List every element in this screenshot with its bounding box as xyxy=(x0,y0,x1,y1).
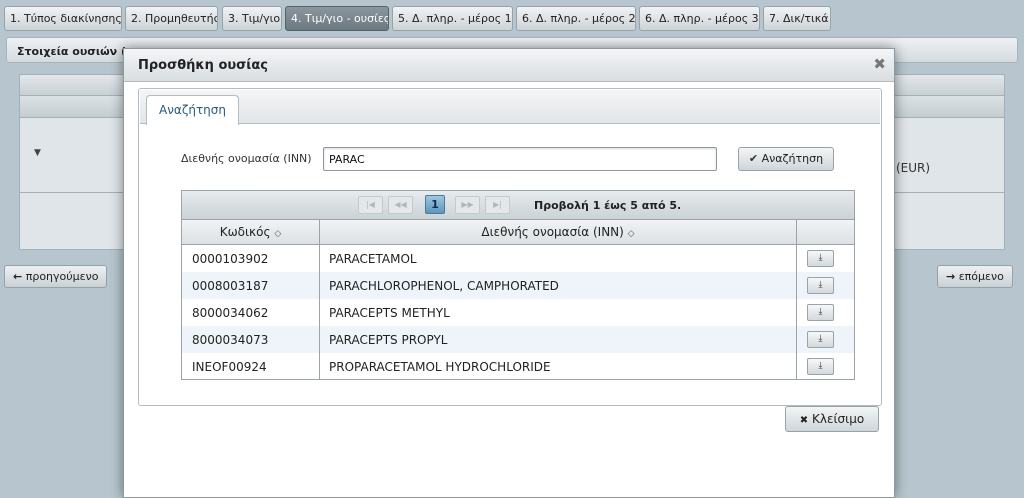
check-icon: ✔ xyxy=(748,152,759,165)
arrow-right-icon: → xyxy=(946,270,956,283)
column-header-actions xyxy=(797,220,854,245)
prev-page-icon[interactable]: ◀◀ xyxy=(388,196,413,214)
step-tab-6[interactable]: 6. Δ. πληρ. - μέρος 2 xyxy=(516,6,636,31)
step-tab-2[interactable]: 2. Προμηθευτής xyxy=(125,6,218,31)
download-icon: ⤓ xyxy=(818,361,823,371)
search-button[interactable]: ✔ Αναζήτηση xyxy=(738,147,834,171)
tab-bar: Αναζήτηση xyxy=(140,90,880,125)
step-tab-3[interactable]: 3. Τιμ/γιο xyxy=(222,6,282,31)
inn-label: Διεθνής ονομασία (INN) xyxy=(181,152,312,165)
cell-name: PARACETAMOL xyxy=(329,252,417,266)
close-icon[interactable]: ✖ xyxy=(873,55,886,73)
previous-button[interactable]: ← προηγούμενο xyxy=(4,265,108,288)
column-header-name[interactable]: Διεθνής ονομασία (INN) ◇ xyxy=(320,220,797,245)
step-tab-8[interactable]: 7. Δικ/τικά xyxy=(763,6,831,31)
column-divider xyxy=(796,220,797,379)
cell-code: 8000034073 xyxy=(192,333,269,347)
download-icon: ⤓ xyxy=(818,307,823,317)
next-page-icon[interactable]: ▶▶ xyxy=(455,196,480,214)
cell-code: INEOF00924 xyxy=(192,360,267,374)
search-button-label: Αναζήτηση xyxy=(761,152,824,165)
tab-search[interactable]: Αναζήτηση xyxy=(146,95,239,125)
cell-code: 0008003187 xyxy=(192,279,269,293)
table-row: 8000034062 PARACEPTS METHYL ⤓ xyxy=(182,299,854,326)
last-page-icon[interactable]: ▶| xyxy=(485,196,510,214)
pager-info: Προβολή 1 έως 5 από 5. xyxy=(534,199,682,212)
cell-code: 8000034062 xyxy=(192,306,269,320)
table-row: 8000034073 PARACEPTS PROPYL ⤓ xyxy=(182,326,854,353)
sort-icon: ◇ xyxy=(274,229,282,239)
close-button[interactable]: ✖ Κλείσιμο xyxy=(785,406,879,432)
download-icon: ⤓ xyxy=(818,334,823,344)
next-button-label: επόμενο xyxy=(958,270,1004,283)
next-button[interactable]: → επόμενο xyxy=(937,265,1013,288)
close-button-label: Κλείσιμο xyxy=(812,412,865,426)
select-row-button[interactable]: ⤓ xyxy=(807,304,834,321)
pager: |◀ ◀◀ 1 ▶▶ ▶| Προβολή 1 έως 5 από 5. xyxy=(182,191,854,220)
column-header-code[interactable]: Κωδικός ◇ xyxy=(182,220,320,245)
select-row-button[interactable]: ⤓ xyxy=(807,358,834,375)
cell-name: PARACHLOROPHENOL, CAMPHORATED xyxy=(329,279,559,293)
dialog-header: Προσθήκη ουσίας ✖ xyxy=(124,49,894,82)
table-row: 0008003187 PARACHLOROPHENOL, CAMPHORATED… xyxy=(182,272,854,299)
cell-code: 0000103902 xyxy=(192,252,269,266)
step-tab-4[interactable]: 4. Τιμ/γιο - ουσίες xyxy=(285,6,389,31)
currency-label: (EUR) xyxy=(896,161,931,175)
dialog-title: Προσθήκη ουσίας xyxy=(138,58,268,73)
step-tab-1[interactable]: 1. Τύπος διακίνησης xyxy=(4,6,122,31)
step-tab-5[interactable]: 5. Δ. πληρ. - μέρος 1 xyxy=(392,6,513,31)
column-header-name-label: Διεθνής ονομασία (INN) xyxy=(481,225,624,239)
table-row: INEOF00924 PROPARACETAMOL HYDROCHLORIDE … xyxy=(182,353,854,380)
download-icon: ⤓ xyxy=(818,253,823,263)
column-header-code-label: Κωδικός xyxy=(219,225,271,239)
table-row: 0000103902 PARACETAMOL ⤓ xyxy=(182,245,854,272)
first-page-icon[interactable]: |◀ xyxy=(358,196,383,214)
select-row-button[interactable]: ⤓ xyxy=(807,277,834,294)
download-icon: ⤓ xyxy=(818,280,823,290)
sort-icon: ◇ xyxy=(627,229,635,239)
results-grid: |◀ ◀◀ 1 ▶▶ ▶| Προβολή 1 έως 5 από 5. Κωδ… xyxy=(181,190,855,380)
inn-search-input[interactable] xyxy=(323,147,717,171)
page-number-button[interactable]: 1 xyxy=(425,195,445,214)
row-expand-icon[interactable]: ▼ xyxy=(34,148,41,158)
add-substance-dialog: Προσθήκη ουσίας ✖ Αναζήτηση Διεθνής ονομ… xyxy=(123,48,895,498)
cell-name: PARACEPTS METHYL xyxy=(329,306,450,320)
cell-name: PROPARACETAMOL HYDROCHLORIDE xyxy=(329,360,551,374)
previous-button-label: προηγούμενο xyxy=(25,270,99,283)
step-tab-7[interactable]: 6. Δ. πληρ. - μέρος 3 xyxy=(639,6,760,31)
column-divider xyxy=(319,220,320,379)
arrow-left-icon: ← xyxy=(13,270,23,283)
search-panel: Αναζήτηση Διεθνής ονομασία (INN) ✔ Αναζή… xyxy=(138,88,882,406)
cell-name: PARACEPTS PROPYL xyxy=(329,333,448,347)
x-icon: ✖ xyxy=(799,415,809,426)
select-row-button[interactable]: ⤓ xyxy=(807,250,834,267)
select-row-button[interactable]: ⤓ xyxy=(807,331,834,348)
